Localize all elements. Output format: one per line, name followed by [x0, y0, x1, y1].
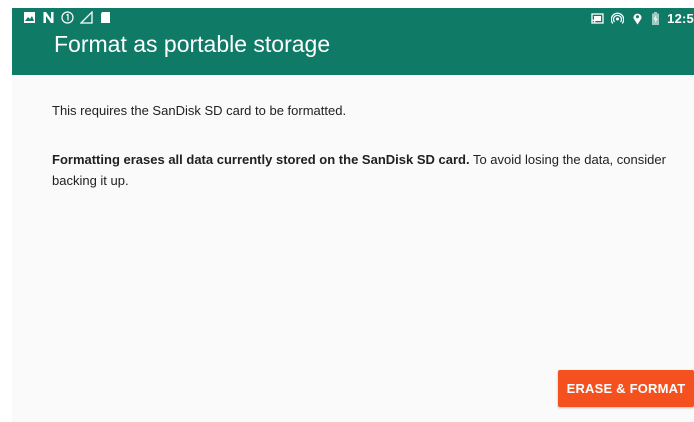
number-one-badge-icon: [61, 11, 74, 24]
signal-outline-icon: [80, 11, 93, 24]
status-bar: 12:5: [12, 8, 694, 30]
status-bar-notifications: [23, 11, 112, 24]
app-bar: 12:5 Format as portable storage: [12, 8, 694, 75]
main-content: This requires the SanDisk SD card to be …: [12, 75, 694, 422]
status-bar-system: 12:5: [591, 11, 694, 26]
data-loss-warning-bold: Formatting erases all data currently sto…: [52, 152, 470, 167]
location-icon: [631, 12, 644, 25]
screen: 12:5 Format as portable storage This req…: [0, 0, 694, 422]
n-notification-icon: [42, 11, 55, 24]
cast-icon: [591, 12, 604, 25]
page-title: Format as portable storage: [54, 31, 331, 57]
status-clock: 12:5: [667, 11, 694, 26]
battery-charging-icon: [651, 12, 660, 25]
erase-format-button[interactable]: ERASE & FORMAT: [558, 370, 694, 407]
hotspot-icon: [611, 12, 625, 25]
sd-card-icon: [99, 11, 112, 24]
data-loss-warning: Formatting erases all data currently sto…: [52, 149, 682, 191]
image-notification-icon: [23, 11, 36, 24]
format-requirement-text: This requires the SanDisk SD card to be …: [52, 103, 347, 118]
